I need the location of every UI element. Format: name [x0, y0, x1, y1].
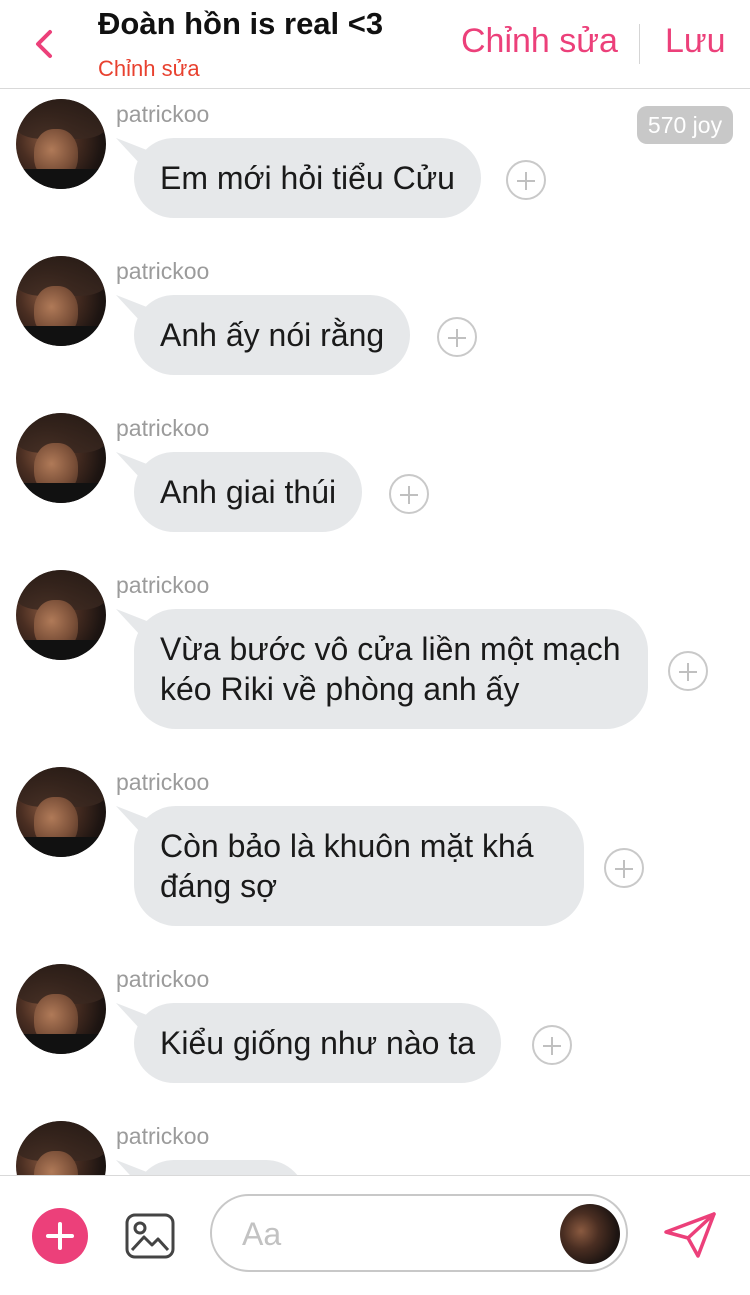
joy-badge: 570 joy	[637, 106, 733, 144]
chat-header: Đoàn hồn is real <3 Chỉnh sửa Chỉnh sửa …	[0, 0, 750, 89]
message-bubble[interactable]: Anh giai thúi	[134, 452, 363, 532]
message-username: patrickoo	[116, 258, 210, 284]
avatar[interactable]	[16, 256, 106, 346]
message-username: patrickoo	[116, 101, 210, 127]
add-reaction-icon[interactable]	[389, 474, 429, 514]
message-bubble[interactable]: Em mới hỏi tiểu Cửu	[134, 138, 481, 218]
avatar[interactable]	[16, 570, 106, 660]
send-icon[interactable]	[662, 1210, 718, 1260]
message-bubble[interactable]: Còn bảo là khuôn mặt khá đáng sợ	[134, 806, 584, 926]
message-input[interactable]: Aa	[210, 1194, 628, 1272]
message-username: patrickoo	[116, 966, 210, 992]
composer-bar: Aa	[0, 1175, 750, 1295]
add-button[interactable]	[32, 1208, 88, 1264]
avatar[interactable]	[560, 1204, 620, 1264]
avatar[interactable]	[16, 1121, 106, 1175]
add-reaction-icon[interactable]	[668, 651, 708, 691]
message-bubble[interactable]: Kiểu giống như nào ta	[134, 1003, 501, 1083]
image-icon[interactable]	[124, 1210, 176, 1262]
message-username: patrickoo	[116, 415, 210, 441]
save-button[interactable]: Lưu	[665, 22, 726, 61]
add-reaction-icon[interactable]	[506, 160, 546, 200]
message-username: patrickoo	[116, 1123, 210, 1149]
add-reaction-icon[interactable]	[437, 317, 477, 357]
chevron-left-icon[interactable]	[26, 24, 66, 64]
edit-button[interactable]: Chỉnh sửa	[461, 22, 618, 61]
message-bubble[interactable]: Vừa bước vô cửa liền một mạch kéo Riki v…	[134, 609, 648, 729]
message-bubble[interactable]: Anh ấy nói rằng	[134, 295, 411, 375]
avatar[interactable]	[16, 964, 106, 1054]
message-username: patrickoo	[116, 572, 210, 598]
avatar[interactable]	[16, 413, 106, 503]
avatar[interactable]	[16, 767, 106, 857]
header-divider	[639, 24, 640, 64]
message-username: patrickoo	[116, 769, 210, 795]
chat-title: Đoàn hồn is real <3	[98, 6, 384, 41]
add-reaction-icon[interactable]	[604, 848, 644, 888]
chat-subtitle[interactable]: Chỉnh sửa	[98, 56, 200, 82]
add-reaction-icon[interactable]	[532, 1025, 572, 1065]
avatar[interactable]	[16, 99, 106, 189]
message-list[interactable]: patrickoo Em mới hỏi tiểu Cửu patrickoo …	[0, 89, 750, 1175]
message-input-placeholder: Aa	[242, 1216, 282, 1252]
message-bubble[interactable]	[134, 1160, 306, 1175]
